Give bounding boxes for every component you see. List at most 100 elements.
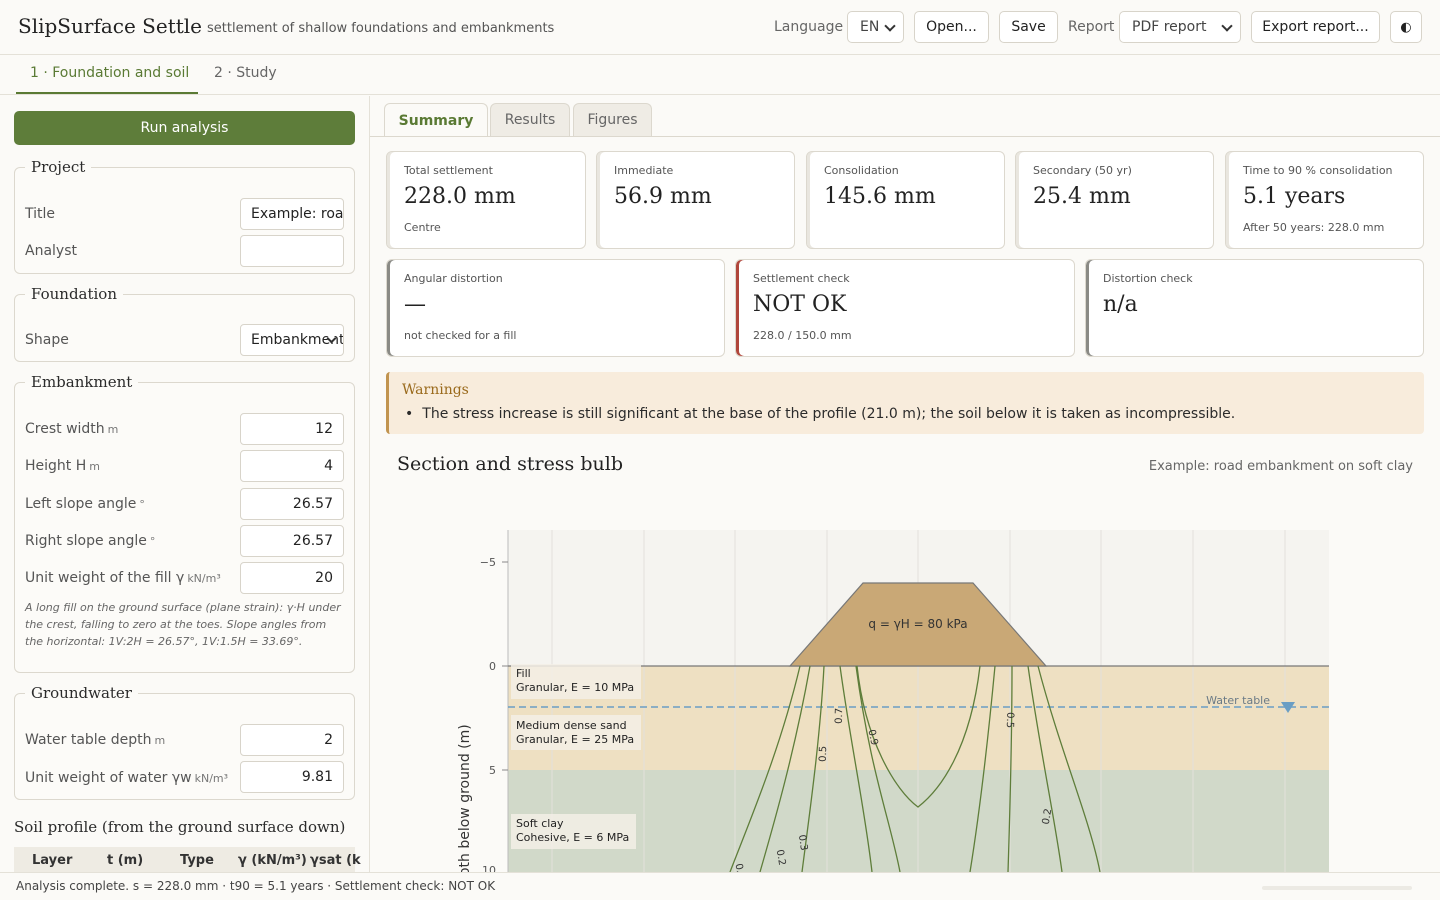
fill-unit-weight-input[interactable]: 20: [240, 562, 344, 594]
card-label: Consolidation: [824, 164, 899, 177]
title-label: Title: [25, 206, 56, 222]
shape-label: Shape: [25, 332, 69, 348]
status-text: Analysis complete. s = 228.0 mm · t90 = …: [16, 879, 496, 893]
card-value: 5.1 years: [1243, 184, 1346, 209]
distortion-check-card: Distortion check n/a: [1085, 259, 1424, 357]
card-value: 25.4 mm: [1033, 184, 1131, 209]
tab-divider: [370, 136, 1440, 137]
immediate-settlement-card: Immediate 56.9 mm: [596, 151, 795, 249]
section-title: Section and stress bulb: [397, 453, 623, 475]
layer-desc: Granular, E = 10 MPa: [516, 681, 634, 694]
card-value: —: [404, 292, 426, 317]
groundwater-legend: Groundwater: [31, 684, 132, 702]
analyst-input[interactable]: [240, 235, 344, 267]
left-slope-label: Left slope angle °: [25, 496, 145, 512]
consolidation-settlement-card: Consolidation 145.6 mm: [806, 151, 1005, 249]
save-button[interactable]: Save: [999, 11, 1058, 43]
column-header: t (m): [107, 853, 144, 868]
crest-width-input[interactable]: 12: [240, 413, 344, 445]
card-sub: 228.0 / 150.0 mm: [753, 329, 852, 342]
left-slope-input[interactable]: 26.57: [240, 488, 344, 520]
load-label: q = γH = 80 kPa: [868, 617, 967, 631]
status-progress-bar: [1262, 886, 1412, 890]
tab-foundation-and-soil[interactable]: 1 · Foundation and soil: [30, 65, 189, 81]
title-input[interactable]: Example: road embankment on soft clay: [240, 198, 344, 230]
run-analysis-button[interactable]: Run analysis: [14, 111, 355, 145]
soil-profile-table-header: Layer t (m) Type γ (kN/m³) γsat (k: [14, 847, 361, 872]
total-settlement-card: Total settlement 228.0 mm Centre: [386, 151, 586, 249]
analyst-label: Analyst: [25, 243, 77, 259]
warnings-box: Warnings The stress increase is still si…: [386, 372, 1424, 434]
layer-name: Fill: [516, 667, 531, 680]
project-group: Project Title Example: road embankment o…: [14, 158, 355, 274]
card-value: 145.6 mm: [824, 184, 936, 209]
right-slope-label: Right slope angle °: [25, 533, 156, 549]
card-label: Immediate: [614, 164, 674, 177]
tab-figures[interactable]: Figures: [573, 103, 652, 136]
open-button[interactable]: Open...: [914, 11, 989, 43]
embankment-note: A long fill on the ground surface (plane…: [25, 601, 341, 648]
contour-label: 0.5: [1004, 712, 1016, 728]
layer-desc: Cohesive, E = 6 MPa: [516, 831, 629, 844]
y-axis-label: Depth below ground (m): [457, 724, 473, 872]
app-subtitle: settlement of shallow foundations and em…: [207, 21, 555, 36]
settlement-check-card: Settlement check NOT OK 228.0 / 150.0 mm: [735, 259, 1075, 357]
card-value: 228.0 mm: [404, 184, 516, 209]
height-input[interactable]: 4: [240, 450, 344, 482]
contour-label: 0.1: [732, 863, 746, 872]
theme-toggle-button[interactable]: ◐: [1390, 11, 1422, 43]
active-tab-underline: [16, 92, 198, 94]
card-value: n/a: [1103, 292, 1138, 317]
report-format-value: PDF report: [1132, 19, 1207, 35]
y-tick: 0: [489, 660, 496, 673]
contour-label: 0.5: [818, 746, 830, 762]
tab-summary[interactable]: Summary: [384, 103, 488, 137]
layer-desc: Granular, E = 25 MPa: [516, 733, 634, 746]
embankment-legend: Embankment: [31, 373, 133, 391]
tab-results[interactable]: Results: [490, 103, 570, 136]
water-table-label: Water table: [1206, 694, 1270, 707]
chevron-down-icon: [884, 20, 896, 32]
warning-item: The stress increase is still significant…: [405, 406, 1235, 422]
status-bar: Analysis complete. s = 228.0 mm · t90 = …: [0, 872, 1440, 900]
card-label: Settlement check: [753, 272, 850, 285]
card-sub: Centre: [404, 221, 441, 234]
y-tick: −5: [480, 556, 496, 569]
y-tick: 5: [489, 764, 496, 777]
time-to-90-card: Time to 90 % consolidation 5.1 years Aft…: [1225, 151, 1424, 249]
card-label: Total settlement: [404, 164, 493, 177]
language-value: EN: [860, 19, 880, 35]
y-tick: 10: [482, 864, 496, 872]
fill-unit-weight-label: Unit weight of the fill γ kN/m³: [25, 570, 221, 586]
water-unit-weight-input[interactable]: 9.81: [240, 761, 344, 793]
card-sub: After 50 years: 228.0 mm: [1243, 221, 1385, 234]
card-value: NOT OK: [753, 292, 847, 317]
report-format-select[interactable]: PDF report: [1119, 11, 1241, 43]
shape-select[interactable]: Embankment: [240, 324, 344, 356]
warnings-title: Warnings: [402, 382, 469, 398]
language-label: Language: [774, 19, 844, 35]
column-header: γsat (k: [310, 853, 361, 868]
card-label: Time to 90 % consolidation: [1243, 164, 1393, 177]
column-header: Type: [180, 853, 214, 868]
water-table-depth-input[interactable]: 2: [240, 724, 344, 756]
report-label: Report: [1068, 19, 1115, 35]
stress-bulb-figure: −5 0 5 10 Depth below ground (m) q = γH …: [457, 530, 1329, 872]
project-legend: Project: [31, 158, 86, 176]
right-slope-input[interactable]: 26.57: [240, 525, 344, 557]
angular-distortion-card: Angular distortion — not checked for a f…: [386, 259, 725, 357]
contrast-icon: ◐: [1400, 19, 1412, 35]
water-table-depth-label: Water table depth m: [25, 732, 166, 748]
secondary-settlement-card: Secondary (50 yr) 25.4 mm: [1015, 151, 1214, 249]
export-report-button[interactable]: Export report...: [1251, 11, 1380, 43]
tab-study[interactable]: 2 · Study: [214, 65, 277, 81]
crest-width-label: Crest width m: [25, 421, 119, 437]
language-select[interactable]: EN: [847, 11, 904, 43]
water-unit-weight-label: Unit weight of water γw kN/m³: [25, 770, 229, 786]
section-project-name: Example: road embankment on soft clay: [1148, 459, 1413, 474]
layer-name: Medium dense sand: [516, 719, 627, 732]
app-title: SlipSurface Settle: [18, 14, 203, 38]
input-panel: Run analysis Project Title Example: road…: [0, 96, 370, 872]
foundation-group: Foundation Shape Embankment: [14, 285, 355, 362]
app-header: SlipSurface Settle settlement of shallow…: [0, 0, 1440, 55]
